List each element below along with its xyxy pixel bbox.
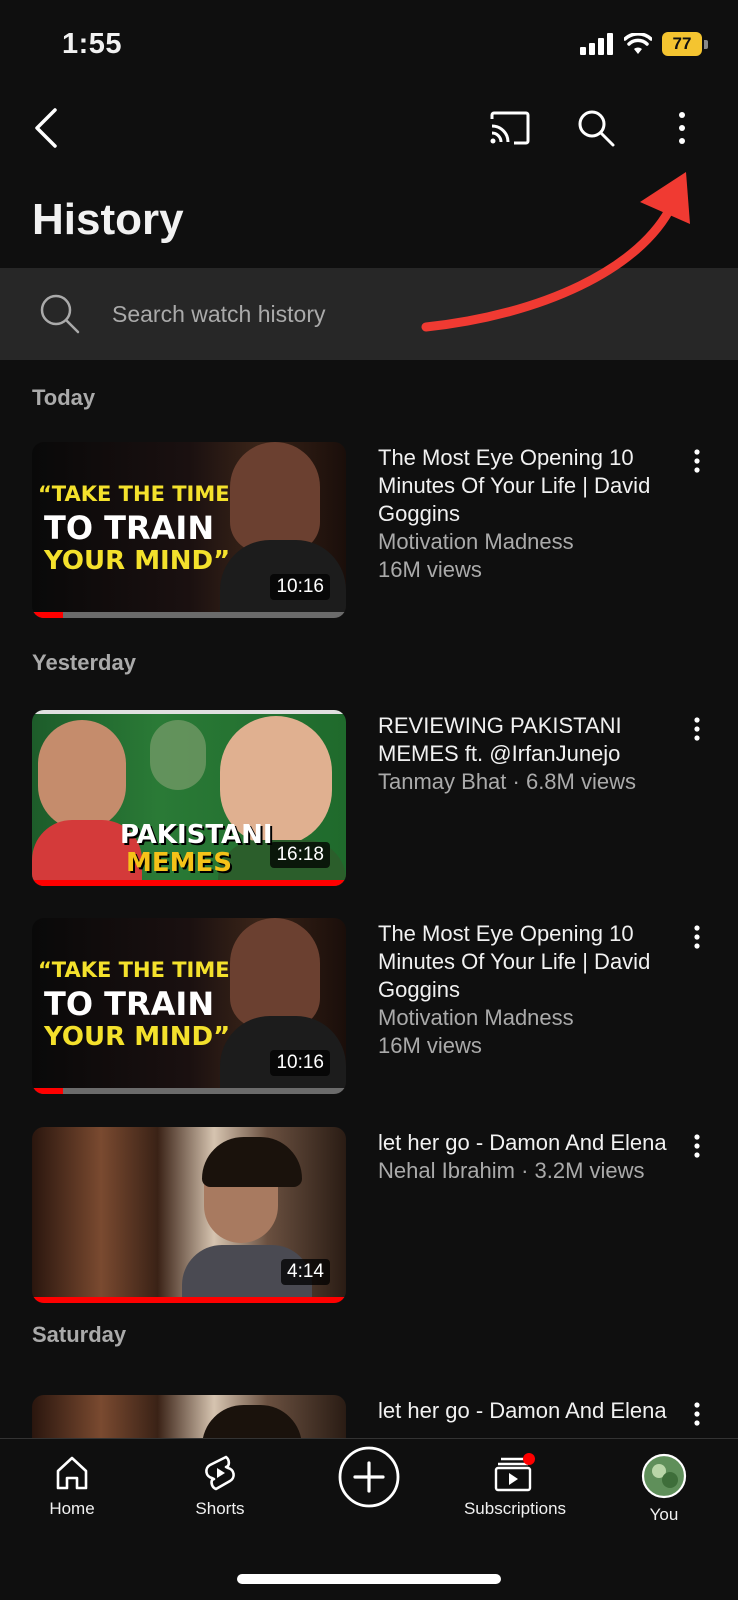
video-more-button[interactable] <box>682 448 712 478</box>
more-vert-icon <box>694 925 700 949</box>
cast-icon <box>490 111 530 145</box>
nav-home[interactable]: Home <box>0 1453 152 1519</box>
video-meta: The Most Eye Opening 10 Minutes Of Your … <box>378 444 678 584</box>
battery-level: 77 <box>662 32 702 56</box>
video-item[interactable]: 4:14 let her go - Damon And Elena Nehal … <box>32 1127 722 1305</box>
thumbnail-text: TO TRAIN <box>44 985 215 1023</box>
watch-progress-bar <box>32 880 346 886</box>
battery-icon: 77 <box>662 32 708 56</box>
top-app-bar <box>0 95 738 165</box>
status-time: 1:55 <box>62 28 123 60</box>
more-vert-icon <box>679 112 685 144</box>
watch-progress-bar <box>32 612 346 618</box>
video-meta: let her go - Damon And Elena Nehal Ibrah… <box>378 1129 678 1185</box>
page-title: History <box>32 195 184 244</box>
shorts-icon <box>205 1455 235 1491</box>
watch-progress-bar <box>32 1088 346 1094</box>
channel-name: Motivation Madness <box>378 529 574 554</box>
subscriptions-icon <box>494 1453 535 1492</box>
create-plus-icon <box>338 1446 400 1508</box>
wifi-icon <box>624 33 652 54</box>
video-thumbnail[interactable]: “TAKE THE TIME TO TRAIN YOUR MIND” 10:16 <box>32 442 346 618</box>
video-more-button[interactable] <box>682 924 712 954</box>
video-item[interactable]: “TAKE THE TIME TO TRAIN YOUR MIND” 10:16… <box>32 918 722 1096</box>
video-title[interactable]: let her go - Damon And Elena <box>378 1397 678 1425</box>
more-options-button[interactable] <box>652 98 712 158</box>
video-title[interactable]: let her go - Damon And Elena <box>378 1129 678 1157</box>
view-count: 16M views <box>378 557 482 582</box>
search-input[interactable] <box>112 300 672 328</box>
section-header-today: Today <box>32 385 96 410</box>
search-bar[interactable] <box>0 268 738 360</box>
home-indicator <box>237 1574 501 1584</box>
more-vert-icon <box>694 1402 700 1426</box>
thumbnail-text: “TAKE THE TIME <box>38 482 230 506</box>
cast-button[interactable] <box>480 98 540 158</box>
nav-subscriptions[interactable]: Subscriptions <box>435 1453 595 1519</box>
status-bar: 1:55 77 <box>0 0 738 90</box>
more-vert-icon <box>694 1134 700 1158</box>
duration-badge: 10:16 <box>270 1050 330 1076</box>
back-button[interactable] <box>16 98 76 158</box>
nav-create[interactable] <box>289 1445 449 1509</box>
thumbnail-text: YOUR MIND” <box>44 1022 231 1052</box>
nav-label-subscriptions: Subscriptions <box>463 1499 567 1518</box>
nav-label-you: You <box>649 1505 679 1524</box>
video-more-button[interactable] <box>682 1401 712 1431</box>
video-item[interactable]: “TAKE THE TIME TO TRAIN YOUR MIND” 10:16… <box>32 442 722 620</box>
nav-shorts[interactable]: Shorts <box>140 1453 300 1519</box>
more-vert-icon <box>694 449 700 473</box>
status-icons: 77 <box>580 32 708 56</box>
channel-name: Motivation Madness <box>378 1005 574 1030</box>
video-item[interactable]: PAKISTANI MEMES 16:18 REVIEWING PAKISTAN… <box>32 710 722 888</box>
video-thumbnail[interactable]: PAKISTANI MEMES 16:18 <box>32 710 346 886</box>
video-title[interactable]: The Most Eye Opening 10 Minutes Of Your … <box>378 920 678 1004</box>
video-title[interactable]: The Most Eye Opening 10 Minutes Of Your … <box>378 444 678 528</box>
section-header-saturday: Saturday <box>32 1322 127 1347</box>
thumbnail-text: MEMES <box>126 848 232 878</box>
thumbnail-text: YOUR MIND” <box>44 546 231 576</box>
search-icon <box>578 110 615 147</box>
channel-and-views: Tanmay Bhat · 6.8M views <box>378 769 636 794</box>
search-icon <box>40 294 80 334</box>
thumbnail-text: TO TRAIN <box>44 509 215 547</box>
nav-you[interactable]: You <box>584 1453 738 1525</box>
channel-and-views: Nehal Ibrahim · 3.2M views <box>378 1158 645 1183</box>
home-icon <box>56 1456 88 1490</box>
back-arrow-icon <box>35 108 57 148</box>
video-meta: let her go - Damon And Elena <box>378 1397 678 1425</box>
avatar <box>641 1453 687 1499</box>
more-vert-icon <box>694 717 700 741</box>
nav-label-shorts: Shorts <box>195 1499 245 1518</box>
duration-badge: 4:14 <box>281 1259 330 1285</box>
nav-label-home: Home <box>49 1499 95 1518</box>
video-thumbnail[interactable]: 4:14 <box>32 1127 346 1303</box>
video-meta: The Most Eye Opening 10 Minutes Of Your … <box>378 920 678 1060</box>
video-more-button[interactable] <box>682 1133 712 1163</box>
video-meta: REVIEWING PAKISTANI MEMES ft. @IrfanJune… <box>378 712 678 796</box>
search-button[interactable] <box>566 98 626 158</box>
video-title[interactable]: REVIEWING PAKISTANI MEMES ft. @IrfanJune… <box>378 712 678 768</box>
section-header-yesterday: Yesterday <box>32 650 136 675</box>
thumbnail-text: “TAKE THE TIME <box>38 958 230 982</box>
video-more-button[interactable] <box>682 716 712 746</box>
signal-icon <box>580 33 613 55</box>
duration-badge: 10:16 <box>270 574 330 600</box>
thumbnail-text: PAKISTANI <box>120 820 273 850</box>
video-thumbnail[interactable]: “TAKE THE TIME TO TRAIN YOUR MIND” 10:16 <box>32 918 346 1094</box>
duration-badge: 16:18 <box>270 842 330 868</box>
watch-progress-bar <box>32 1297 346 1303</box>
view-count: 16M views <box>378 1033 482 1058</box>
